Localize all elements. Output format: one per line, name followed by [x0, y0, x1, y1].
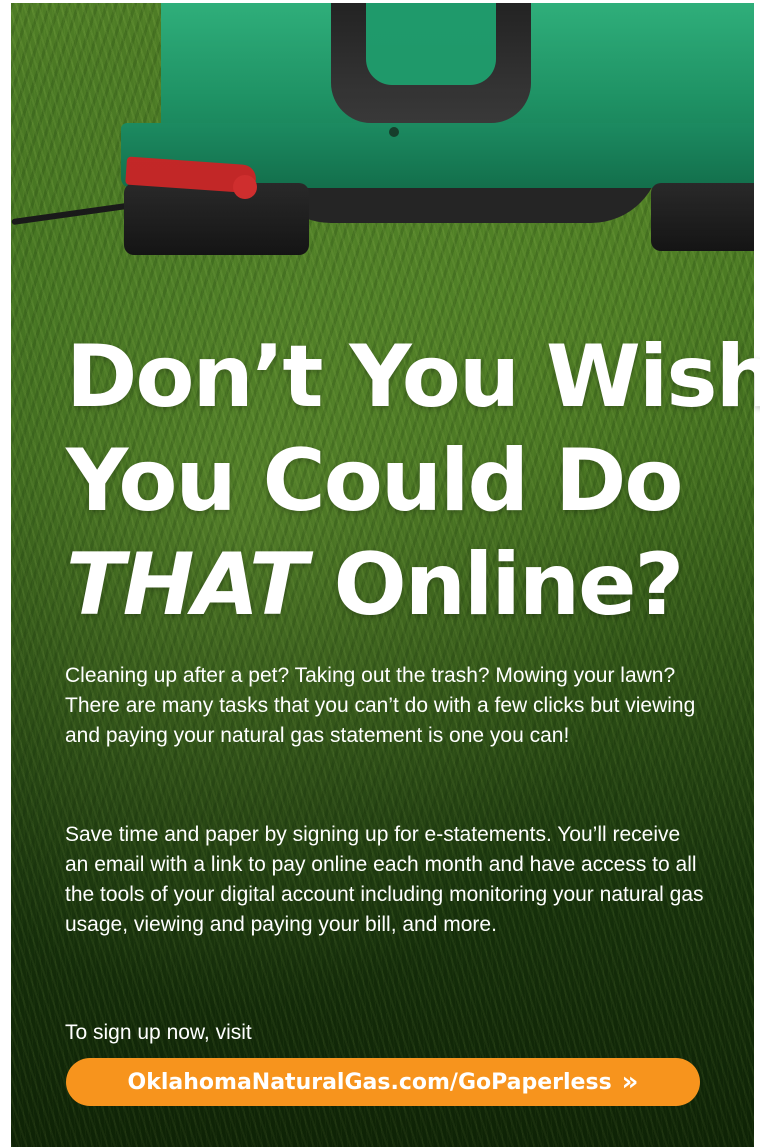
- signup-prompt: To sign up now, visit: [65, 1021, 252, 1044]
- body-paragraph-2: Save time and paper by signing up for e-…: [65, 823, 704, 936]
- cta-label: OklahomaNaturalGas.com/GoPaperless: [127, 1069, 612, 1095]
- headline-line-1: Don’t You Wish: [66, 327, 760, 427]
- headline-emphasis: THAT: [66, 535, 308, 635]
- headline-line-2: You Could Do: [66, 431, 684, 531]
- body-paragraph-1: Cleaning up after a pet? Taking out the …: [65, 664, 696, 747]
- headline: Don’t You Wish You Could Do THAT Online?: [66, 325, 760, 637]
- double-chevron-right-icon: »: [621, 1067, 639, 1097]
- go-paperless-link-button[interactable]: OklahomaNaturalGas.com/GoPaperless »: [66, 1058, 700, 1106]
- headline-line-3: THAT Online?: [66, 533, 736, 637]
- headline-line-3-rest: Online?: [305, 535, 685, 635]
